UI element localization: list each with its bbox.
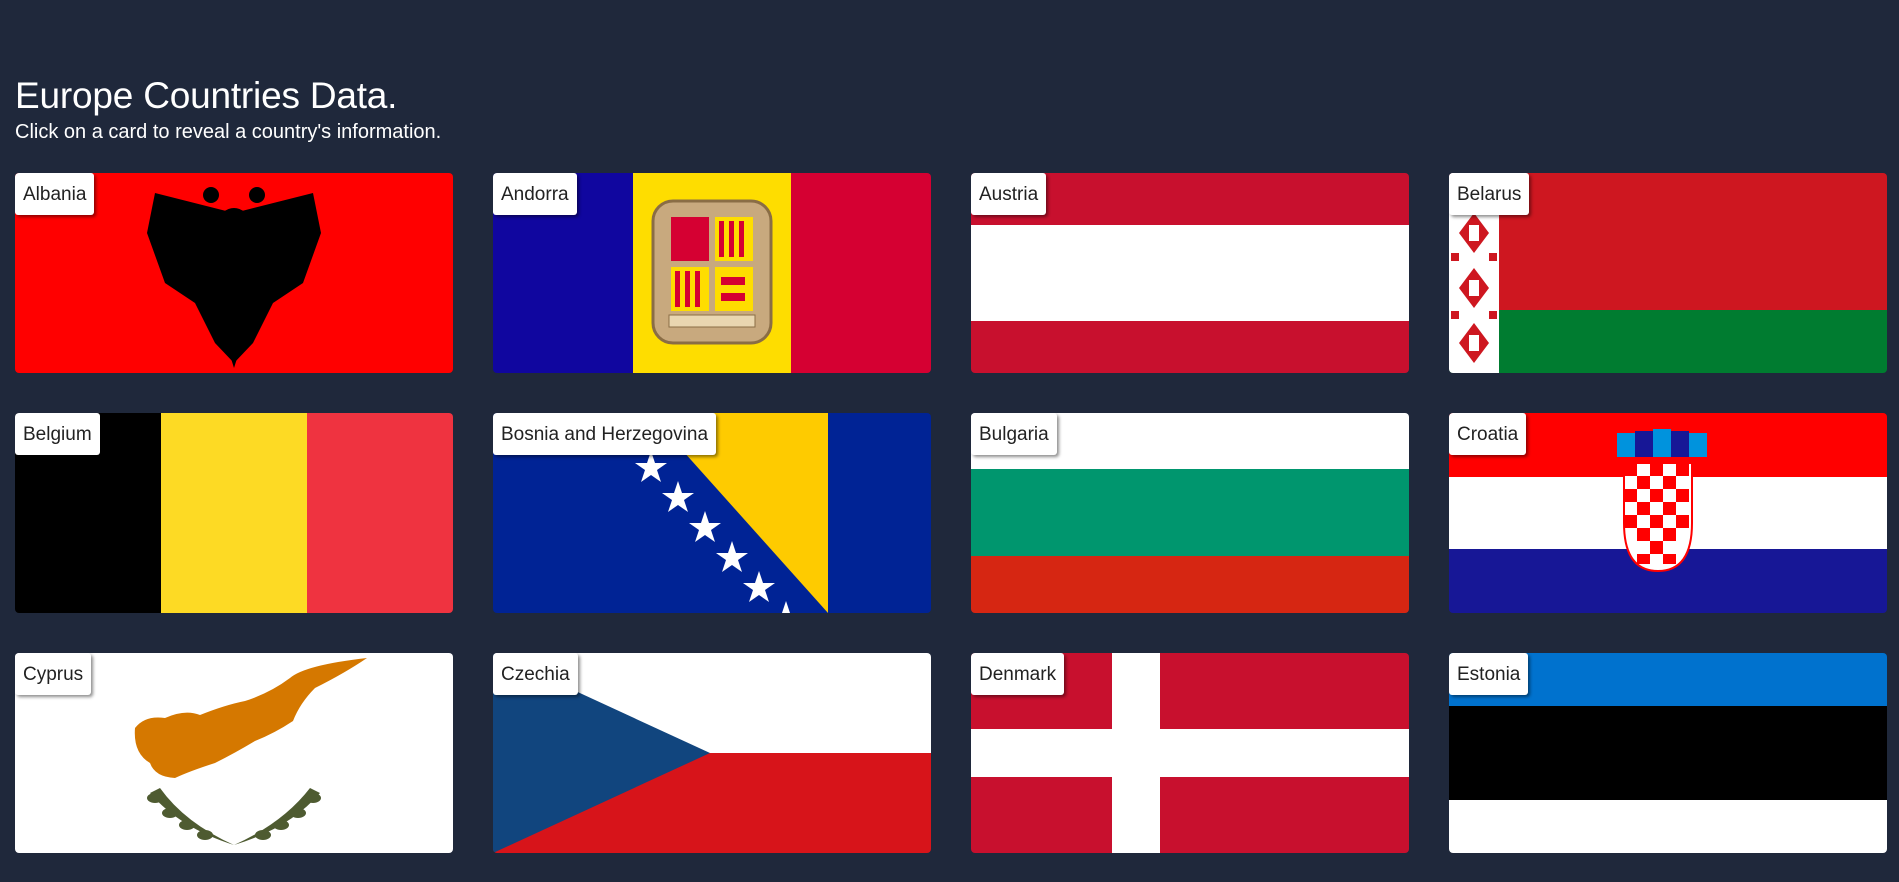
- country-card-bosnia-and-herzegovina[interactable]: Bosnia and Herzegovina: [493, 413, 931, 613]
- card-label: Austria: [971, 173, 1047, 215]
- card-label: Albania: [15, 173, 95, 215]
- country-card-cyprus[interactable]: Cyprus: [15, 653, 453, 853]
- country-card-grid: Albania Andorra Austria Belarus Belgium …: [15, 173, 1887, 853]
- card-label: Bosnia and Herzegovina: [493, 413, 717, 455]
- page-title: Europe Countries Data.: [15, 75, 398, 116]
- country-card-andorra[interactable]: Andorra: [493, 173, 931, 373]
- card-label: Denmark: [971, 653, 1065, 695]
- card-label: Andorra: [493, 173, 577, 215]
- country-card-bulgaria[interactable]: Bulgaria: [971, 413, 1409, 613]
- country-card-albania[interactable]: Albania: [15, 173, 453, 373]
- country-card-denmark[interactable]: Denmark: [971, 653, 1409, 853]
- country-card-estonia[interactable]: Estonia: [1449, 653, 1887, 853]
- country-card-croatia[interactable]: Croatia: [1449, 413, 1887, 613]
- country-card-belgium[interactable]: Belgium: [15, 413, 453, 613]
- country-card-austria[interactable]: Austria: [971, 173, 1409, 373]
- card-label: Belgium: [15, 413, 100, 455]
- card-label: Bulgaria: [971, 413, 1057, 455]
- card-label: Belarus: [1449, 173, 1530, 215]
- card-label: Cyprus: [15, 653, 92, 695]
- card-label: Croatia: [1449, 413, 1527, 455]
- card-label: Czechia: [493, 653, 578, 695]
- page-subtitle: Click on a card to reveal a country's in…: [15, 121, 442, 143]
- card-label: Estonia: [1449, 653, 1529, 695]
- country-card-belarus[interactable]: Belarus: [1449, 173, 1887, 373]
- country-card-czechia[interactable]: Czechia: [493, 653, 931, 853]
- page-header: Europe Countries Data. Click on a card t…: [15, 72, 441, 144]
